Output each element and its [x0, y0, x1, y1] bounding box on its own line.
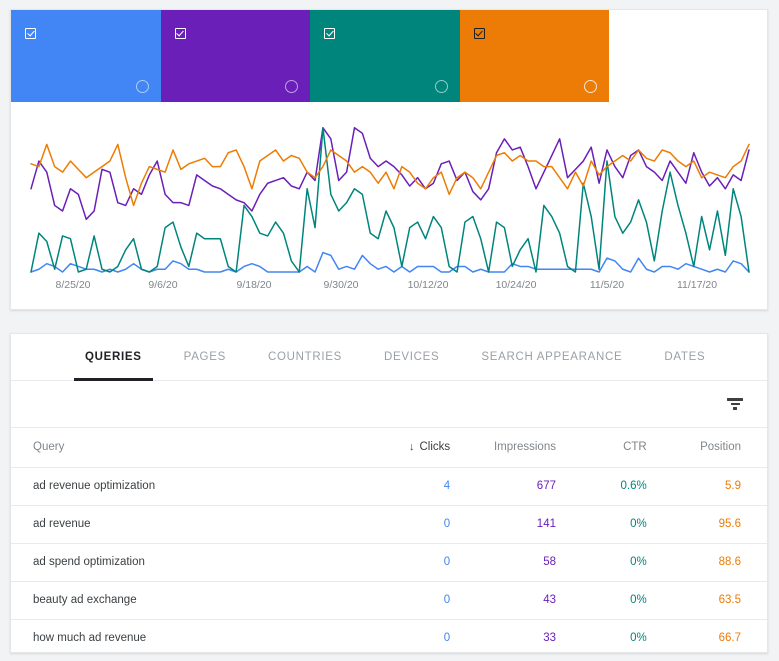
metric-card-header	[473, 26, 598, 40]
chart-line-average-position	[30, 143, 750, 207]
help-icon[interactable]	[135, 80, 149, 93]
checkbox-checked-icon[interactable]	[25, 27, 36, 39]
metric-card-total-impressions[interactable]	[160, 10, 310, 102]
tab-queries[interactable]: QUERIES	[64, 334, 163, 381]
column-header-position[interactable]: Position	[668, 428, 767, 468]
cell-position: 95.6	[718, 518, 741, 530]
cell-ctr: 0%	[630, 632, 647, 644]
metric-card-header	[324, 26, 448, 40]
cell-query: ad spend optimization	[33, 556, 145, 568]
cell-ctr: 0%	[630, 518, 647, 530]
cell-query: ad revenue optimization	[33, 480, 156, 492]
x-axis-tick-label: 8/25/20	[55, 279, 91, 291]
column-header-clicks-label: Clicks	[419, 441, 451, 454]
table-row[interactable]: ad spend optimization 0 58 0% 88.6	[11, 543, 767, 581]
cell-ctr: 0%	[630, 556, 647, 568]
checkbox-checked-icon[interactable]	[324, 27, 335, 39]
checkbox-checked-icon[interactable]	[174, 27, 186, 39]
sort-descending-icon: ↓	[408, 441, 415, 454]
cell-query: beauty ad exchange	[33, 594, 137, 606]
x-axis-tick-label: 11/17/20	[676, 279, 718, 291]
performance-table-card: QUERIES PAGES COUNTRIES DEVICES SEARCH APPEA…	[10, 333, 768, 653]
x-axis-tick-label: 10/12/20	[407, 279, 449, 291]
cell-clicks: 0	[443, 518, 451, 530]
column-header-ctr[interactable]: CTR	[577, 428, 669, 468]
table-head: Query ↓ Clicks Impressions CTR Position	[11, 428, 767, 468]
queries-table: Query ↓ Clicks Impressions CTR Position a…	[11, 428, 767, 652]
table-row[interactable]: ad revenue 0 141 0% 95.6	[11, 505, 767, 543]
tab-dates[interactable]: DATES	[643, 334, 726, 380]
chart-line-average-ctr	[30, 127, 750, 273]
cell-clicks: 0	[443, 594, 451, 606]
tab-search-appearance[interactable]: SEARCH APPEARANCE	[460, 334, 643, 380]
tab-countries[interactable]: COUNTRIES	[247, 334, 363, 380]
x-axis-tick-label: 10/24/20	[495, 279, 537, 291]
cell-position: 5.9	[725, 480, 741, 492]
performance-line-chart	[30, 127, 750, 273]
cell-clicks: 0	[443, 556, 451, 568]
tab-devices[interactable]: DEVICES	[363, 334, 460, 380]
metric-cards-strip	[11, 10, 609, 102]
filter-icon[interactable]	[725, 395, 745, 413]
help-icon[interactable]	[434, 80, 448, 93]
help-icon[interactable]	[285, 80, 298, 93]
column-header-query[interactable]: Query	[11, 428, 359, 468]
performance-chart-card: 8/25/20 9/6/20 9/18/20 9/30/20 10/12/20 10/24…	[10, 9, 768, 310]
table-toolbar	[11, 381, 767, 428]
metric-card-average-position[interactable]	[459, 10, 609, 102]
table-body: ad revenue optimization 4 677 0.6% 5.9 ad rev…	[11, 467, 767, 652]
cell-query: how much ad revenue	[33, 632, 147, 644]
cell-impressions: 33	[543, 632, 556, 644]
cell-impressions: 43	[543, 594, 556, 606]
table-row[interactable]: beauty ad exchange 0 43 0% 63.5	[11, 581, 767, 619]
chart-line-total-clicks	[30, 251, 750, 273]
cell-clicks: 0	[443, 632, 451, 644]
column-header-clicks[interactable]: ↓ Clicks	[358, 428, 473, 468]
cell-impressions: 677	[536, 480, 556, 492]
cell-ctr: 0%	[630, 594, 647, 606]
cell-position: 88.6	[718, 556, 741, 568]
checkbox-checked-icon[interactable]	[473, 27, 485, 39]
cell-impressions: 141	[536, 518, 556, 530]
dimension-tabs: QUERIES PAGES COUNTRIES DEVICES SEARCH APPEA…	[11, 334, 767, 381]
cell-ctr: 0.6%	[620, 480, 647, 492]
tab-pages[interactable]: PAGES	[163, 334, 247, 380]
help-icon[interactable]	[584, 80, 597, 93]
metric-card-total-clicks[interactable]	[11, 10, 161, 102]
cell-impressions: 58	[543, 556, 556, 568]
cell-clicks: 4	[443, 480, 451, 492]
x-axis-tick-label: 9/30/20	[323, 279, 359, 291]
cell-position: 63.5	[718, 594, 741, 606]
table-header-row: Query ↓ Clicks Impressions CTR Position	[11, 428, 767, 468]
chart-x-axis-labels: 8/25/20 9/6/20 9/18/20 9/30/20 10/12/20 10/24…	[11, 279, 767, 293]
table-row[interactable]: ad revenue optimization 4 677 0.6% 5.9	[11, 467, 767, 505]
cell-position: 66.7	[718, 632, 741, 644]
x-axis-tick-label: 9/6/20	[148, 279, 178, 291]
table-row[interactable]: how much ad revenue 0 33 0% 66.7	[11, 619, 767, 652]
metric-card-header	[25, 26, 149, 40]
metric-card-header	[174, 26, 299, 40]
cell-query: ad revenue	[33, 518, 91, 530]
chart-plot-area: 8/25/20 9/6/20 9/18/20 9/30/20 10/12/20 10/24…	[11, 102, 767, 309]
x-axis-tick-label: 11/5/20	[589, 279, 625, 291]
search-performance-page: 8/25/20 9/6/20 9/18/20 9/30/20 10/12/20 10/24…	[0, 0, 779, 661]
metric-card-average-ctr[interactable]	[310, 10, 460, 102]
x-axis-tick-label: 9/18/20	[236, 279, 272, 291]
column-header-impressions[interactable]: Impressions	[472, 428, 578, 468]
